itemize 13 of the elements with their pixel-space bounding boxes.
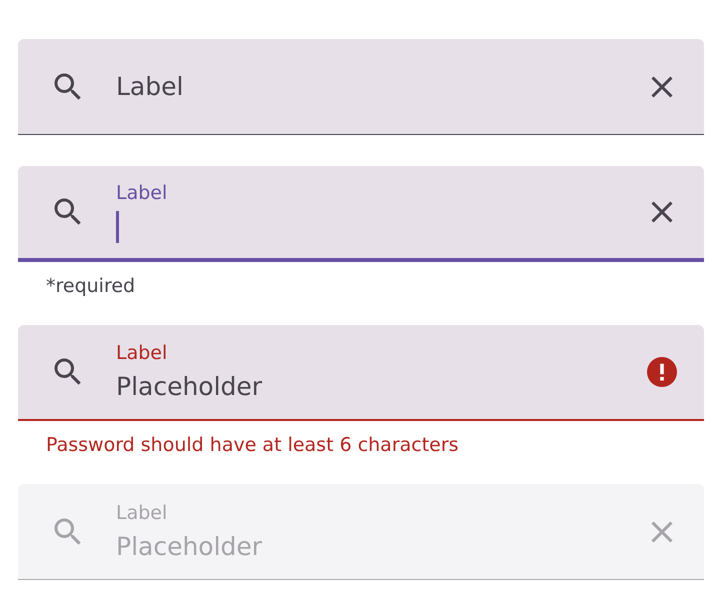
field-label: Label [116, 500, 168, 524]
field-label: Label [116, 70, 184, 102]
text-cursor [116, 211, 119, 243]
error-icon [644, 354, 680, 390]
helper-text: Password should have at least 6 characters [46, 434, 459, 456]
field-label: Label [116, 341, 168, 365]
text-field[interactable]: Label [18, 166, 704, 262]
text-field[interactable]: Label Placeholder [18, 325, 704, 421]
field-value: Placeholder [116, 371, 262, 403]
helper-text: *required [46, 274, 136, 296]
field-value: Placeholder [116, 530, 262, 562]
field-label: Label [116, 181, 168, 205]
text-field[interactable]: Label [18, 39, 704, 135]
